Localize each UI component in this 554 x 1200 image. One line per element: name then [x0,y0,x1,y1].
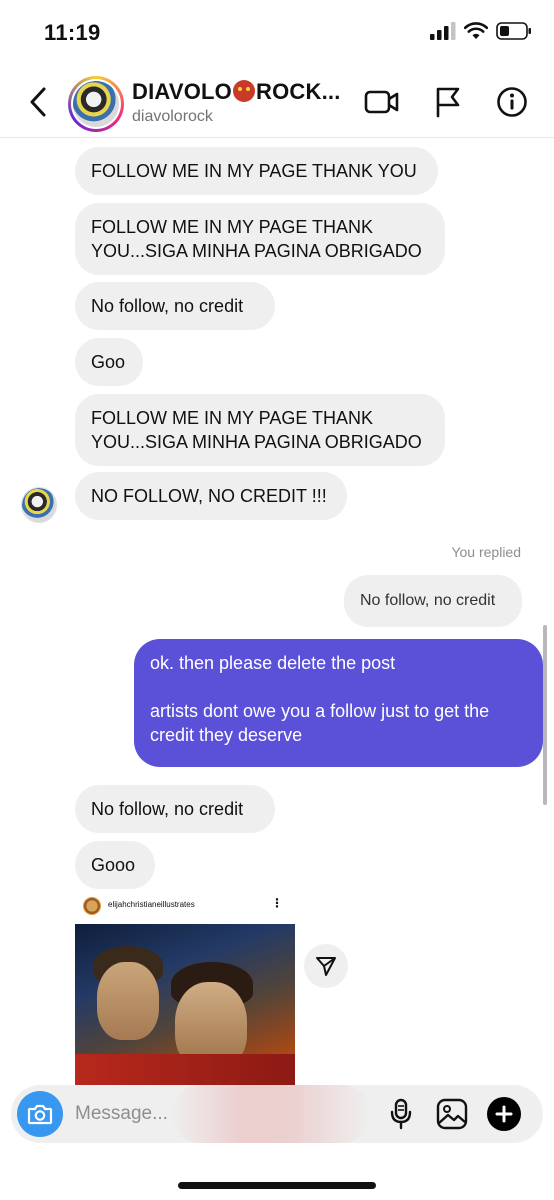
contact-avatar[interactable] [68,76,124,132]
post-art-shape [97,962,159,1040]
scrollbar[interactable] [543,625,547,805]
shared-post[interactable]: elijahchristianeillustrates ⋮ [75,894,295,1085]
message-bubble[interactable]: No follow, no credit [75,785,275,833]
status-icons [430,22,532,40]
info-icon [497,87,527,117]
flag-icon [436,87,460,118]
message-bubble[interactable]: Goo [75,338,143,386]
sender-avatar[interactable] [21,487,57,523]
message-bubble[interactable]: No follow, no credit [75,282,275,330]
message-bubble[interactable]: FOLLOW ME IN MY PAGE THANK YOU...SIGA MI… [75,394,445,466]
info-button[interactable] [494,84,530,120]
quoted-reply-bubble[interactable]: No follow, no credit [344,575,522,627]
outgoing-message-bubble[interactable]: ok. then please delete the post artists … [134,639,543,767]
chevron-left-icon [30,87,46,117]
contact-username: diavolorock [132,108,213,125]
message-bubble[interactable]: FOLLOW ME IN MY PAGE THANK YOU...SIGA MI… [75,203,445,275]
message-bubble[interactable]: FOLLOW ME IN MY PAGE THANK YOU [75,147,438,195]
camera-icon [27,1104,53,1125]
shared-post-header: elijahchristianeillustrates ⋮ [75,894,295,924]
gallery-icon [436,1098,468,1130]
plus-icon [495,1105,513,1123]
share-post-button[interactable] [304,944,348,988]
status-time: 11:19 [44,20,101,45]
contact-display-name[interactable]: DIAVOLO ROCK... [132,79,342,105]
post-image[interactable] [75,924,295,1085]
ogre-emoji-icon [233,80,255,102]
camera-button[interactable] [17,1091,63,1137]
message-bubble[interactable]: NO FOLLOW, NO CREDIT !!! [75,472,347,520]
post-author-avatar [83,897,101,915]
reply-label: You replied [451,544,521,560]
report-button[interactable] [430,84,466,120]
add-media-button[interactable] [487,1097,521,1131]
gallery-button[interactable] [435,1097,469,1131]
video-call-button[interactable] [364,84,400,120]
chat-header: DIAVOLO ROCK... diavolorock [0,66,554,138]
avatar-image [22,488,56,522]
display-name-text: DIAVOLO [132,79,232,104]
message-thread[interactable]: FOLLOW ME IN MY PAGE THANK YOU FOLLOW ME… [0,139,554,1085]
back-button[interactable] [22,84,54,120]
wifi-icon [464,22,488,39]
message-composer [11,1085,543,1143]
home-indicator[interactable] [178,1182,376,1189]
message-input[interactable] [75,1100,315,1128]
post-art-shape [75,1054,295,1085]
avatar-image [73,81,119,127]
more-options-icon[interactable]: ⋮ [271,896,283,910]
video-call-icon [364,90,399,114]
cellular-signal-icon [430,22,456,40]
battery-icon [496,22,531,40]
send-icon [316,957,336,976]
post-author-username: elijahchristianeillustrates [108,900,195,909]
message-bubble[interactable]: Gooo [75,841,155,889]
display-name-suffix: ROCK... [256,79,341,104]
microphone-icon [390,1098,412,1130]
voice-message-button[interactable] [384,1097,418,1131]
status-bar: 11:19 [0,0,554,66]
